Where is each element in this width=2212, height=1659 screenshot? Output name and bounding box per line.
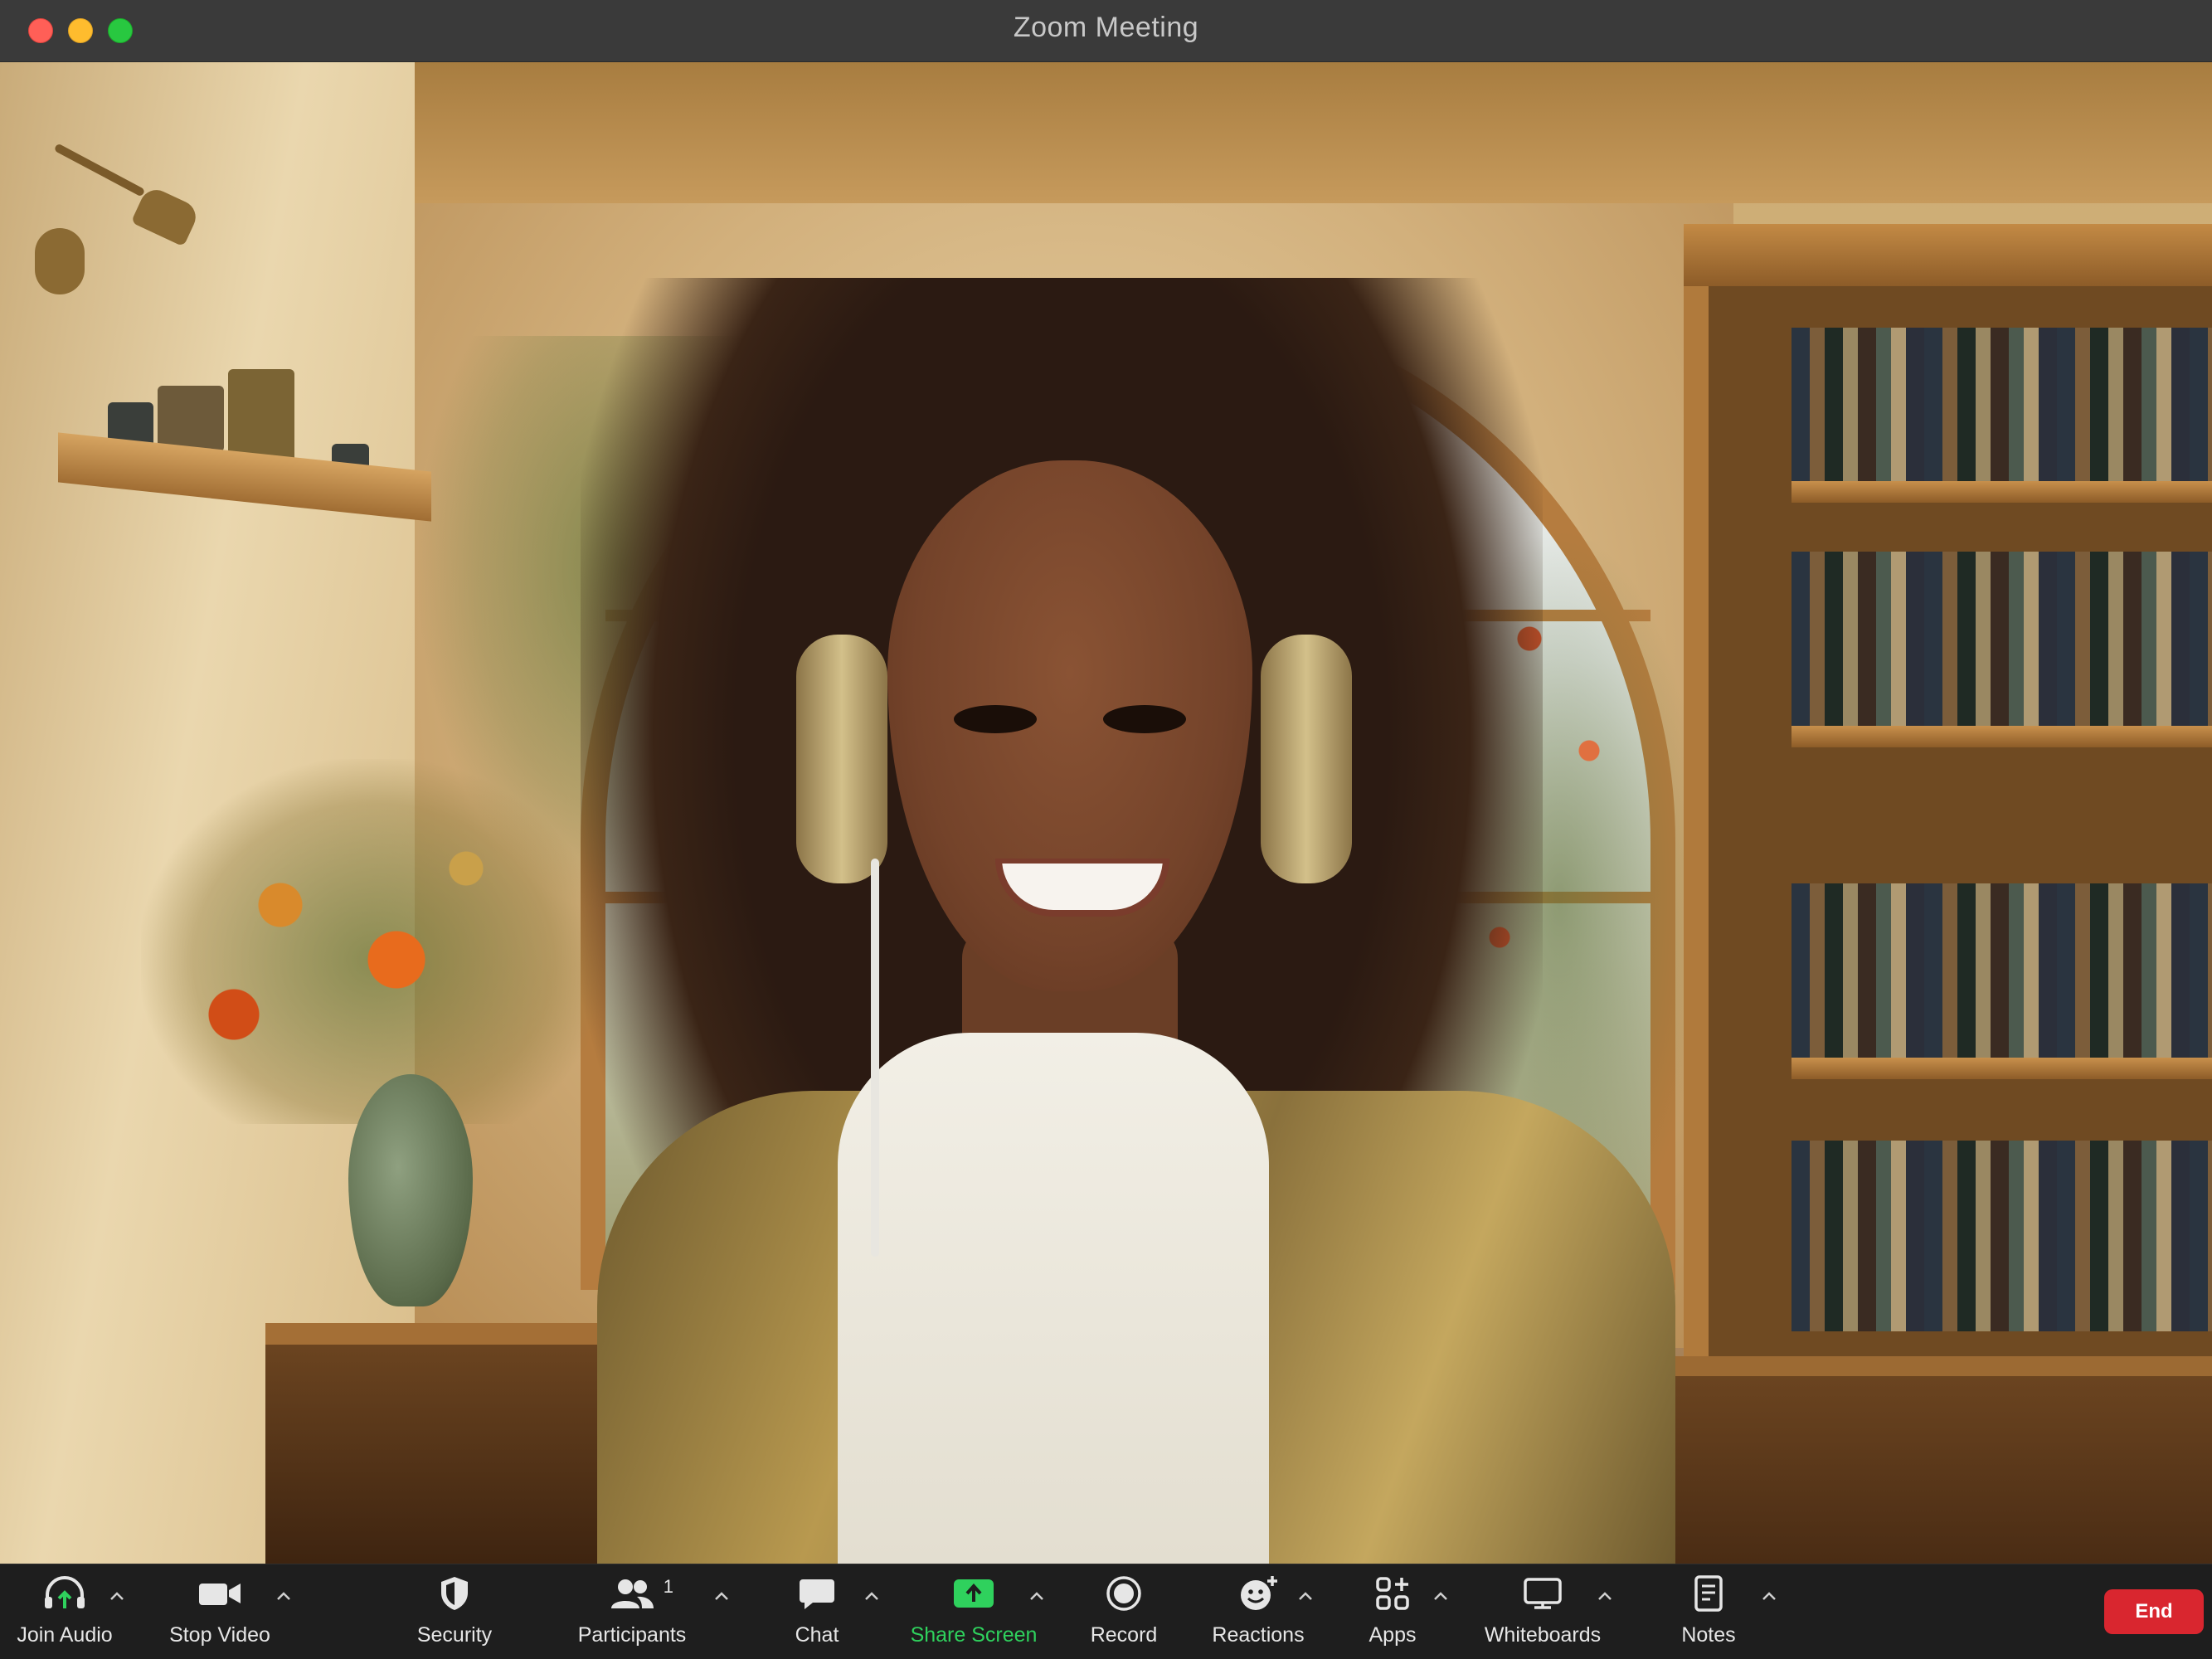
apps-options-caret[interactable] bbox=[1428, 1586, 1453, 1606]
video-camera-icon bbox=[197, 1564, 242, 1623]
video-options-caret[interactable] bbox=[271, 1586, 296, 1606]
people-icon: 1 bbox=[609, 1564, 673, 1623]
end-meeting-button[interactable]: End bbox=[2104, 1589, 2204, 1634]
apps-grid-icon bbox=[1374, 1564, 1411, 1623]
stop-video-button[interactable]: Stop Video bbox=[162, 1564, 278, 1659]
books-row bbox=[1791, 328, 2212, 481]
security-label: Security bbox=[416, 1623, 493, 1647]
reactions-options-caret[interactable] bbox=[1293, 1586, 1318, 1606]
wall-lamp-base bbox=[35, 228, 85, 294]
join-audio-label: Join Audio bbox=[17, 1623, 113, 1647]
notes-label: Notes bbox=[1681, 1623, 1736, 1647]
participant-turtleneck bbox=[838, 1033, 1269, 1564]
notes-icon bbox=[1692, 1564, 1725, 1623]
meeting-toolbar: Join Audio Stop Video Security 1 Partici… bbox=[0, 1564, 2212, 1659]
chat-bubble-icon bbox=[798, 1564, 836, 1623]
headphone-earcup bbox=[1261, 635, 1352, 883]
participant-eye bbox=[954, 705, 1037, 733]
background-ceiling bbox=[249, 62, 2212, 203]
bookcase-shelf bbox=[1791, 726, 2212, 747]
share-options-caret[interactable] bbox=[1024, 1586, 1049, 1606]
bookcase-crown bbox=[1684, 224, 2212, 286]
participants-options-caret[interactable] bbox=[709, 1586, 734, 1606]
headphone-cable bbox=[871, 859, 879, 1257]
cabinet bbox=[1667, 1356, 2212, 1564]
notes-options-caret[interactable] bbox=[1757, 1586, 1782, 1606]
chat-button[interactable]: Chat bbox=[759, 1564, 875, 1659]
video-feed bbox=[0, 62, 2212, 1564]
notes-button[interactable]: Notes bbox=[1650, 1564, 1767, 1659]
window-title: Zoom Meeting bbox=[1013, 12, 1199, 43]
apps-label: Apps bbox=[1369, 1623, 1417, 1647]
whiteboards-button[interactable]: Whiteboards bbox=[1480, 1564, 1605, 1659]
books-row bbox=[1791, 1141, 2212, 1331]
share-screen-button[interactable]: Share Screen bbox=[907, 1564, 1040, 1659]
participants-label: Participants bbox=[577, 1623, 687, 1647]
chat-label: Chat bbox=[795, 1623, 839, 1647]
whiteboards-options-caret[interactable] bbox=[1592, 1586, 1617, 1606]
reactions-button[interactable]: Reactions bbox=[1200, 1564, 1316, 1659]
participant-eye bbox=[1103, 705, 1186, 733]
bookcase-shelf bbox=[1791, 481, 2212, 503]
audio-options-caret[interactable] bbox=[105, 1586, 129, 1606]
flower-vase bbox=[348, 1074, 473, 1306]
headphone-earcup bbox=[796, 635, 887, 883]
headphones-icon bbox=[42, 1564, 87, 1623]
participants-count: 1 bbox=[663, 1576, 673, 1597]
bookcase-shelf bbox=[1791, 1058, 2212, 1079]
shield-icon bbox=[438, 1564, 471, 1623]
security-button[interactable]: Security bbox=[396, 1564, 513, 1659]
flower-bouquet bbox=[141, 759, 605, 1124]
title-bar: Zoom Meeting bbox=[0, 0, 2212, 62]
share-screen-label: Share Screen bbox=[910, 1623, 1038, 1647]
record-label: Record bbox=[1090, 1623, 1158, 1647]
reactions-label: Reactions bbox=[1212, 1623, 1305, 1647]
record-button[interactable]: Record bbox=[1066, 1564, 1182, 1659]
smiley-plus-icon bbox=[1237, 1564, 1279, 1623]
whiteboard-icon bbox=[1523, 1564, 1563, 1623]
apps-button[interactable]: Apps bbox=[1334, 1564, 1451, 1659]
books-row bbox=[1791, 552, 2212, 726]
share-up-arrow-icon bbox=[952, 1564, 995, 1623]
join-audio-button[interactable]: Join Audio bbox=[7, 1564, 123, 1659]
whiteboards-label: Whiteboards bbox=[1484, 1623, 1602, 1647]
stop-video-label: Stop Video bbox=[169, 1623, 270, 1647]
books-row bbox=[1791, 883, 2212, 1058]
participants-button[interactable]: 1 Participants bbox=[574, 1564, 690, 1659]
shelf-jar bbox=[158, 386, 224, 452]
record-circle-icon bbox=[1106, 1564, 1142, 1623]
chat-options-caret[interactable] bbox=[859, 1586, 884, 1606]
